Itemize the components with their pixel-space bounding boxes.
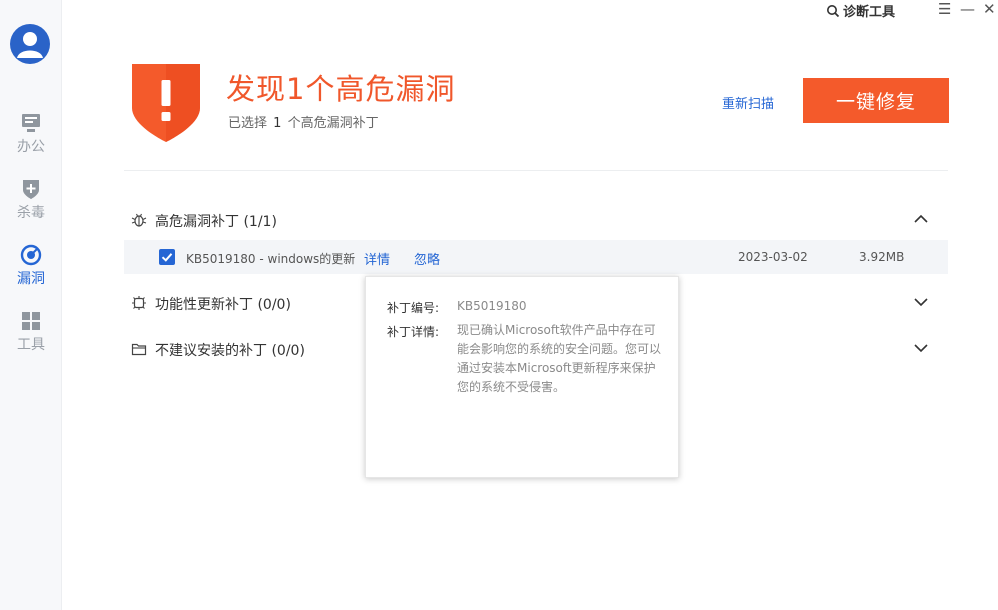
details-link[interactable]: 详情 <box>364 249 390 268</box>
patch-desc-label: 补丁详情: <box>387 325 440 339</box>
patch-id-value: KB5019180 <box>457 299 527 313</box>
patch-date: 2023-03-02 <box>738 250 808 264</box>
summary-suffix: 个高危漏洞补丁 <box>287 116 379 131</box>
user-icon <box>17 32 43 58</box>
sidebar-item-office[interactable]: 办公 <box>0 112 62 156</box>
diagnose-tool-button[interactable]: 诊断工具 <box>826 1 895 20</box>
sidebar: 办公 杀毒 漏洞 工具 <box>0 0 62 610</box>
warning-shield-icon <box>132 64 200 142</box>
one-click-fix-button[interactable]: 一键修复 <box>803 78 949 123</box>
sidebar-item-label: 工具 <box>17 337 45 353</box>
sidebar-item-label: 杀毒 <box>17 205 45 221</box>
patch-size: 3.92MB <box>859 250 905 264</box>
sidebar-item-label: 办公 <box>17 139 45 155</box>
close-icon[interactable]: ✕ <box>983 0 996 18</box>
grid-icon <box>22 312 40 330</box>
monitor-icon <box>22 114 40 132</box>
chevron-up-icon[interactable] <box>914 212 928 226</box>
patch-details-tooltip: 补丁编号: KB5019180 补丁详情: 现已确认Microsoft软件产品中… <box>365 276 679 478</box>
app-window: 办公 杀毒 漏洞 工具 诊断工具 ☰ — ✕ 发现1个高危漏洞 已选择 1 个高… <box>0 0 998 610</box>
shield-plus-icon <box>23 180 39 199</box>
patch-checkbox[interactable] <box>159 249 175 265</box>
divider <box>124 170 948 171</box>
menu-icon[interactable]: ☰ <box>938 0 951 18</box>
summary-prefix: 已选择 <box>228 116 268 131</box>
chevron-down-icon[interactable] <box>914 295 928 309</box>
sidebar-item-antivirus[interactable]: 杀毒 <box>0 178 62 222</box>
sidebar-item-label: 漏洞 <box>17 271 45 287</box>
section-title: 高危漏洞补丁 (1/1) <box>155 214 277 230</box>
target-icon <box>20 244 42 266</box>
bug-icon <box>131 213 147 227</box>
page-title: 发现1个高危漏洞 <box>226 72 456 106</box>
section-title: 功能性更新补丁 (0/0) <box>155 297 291 313</box>
chevron-down-icon[interactable] <box>914 341 928 355</box>
magnifier-icon <box>827 4 840 17</box>
sidebar-item-tools[interactable]: 工具 <box>0 310 62 354</box>
minimize-icon[interactable]: — <box>960 0 975 18</box>
diagnose-tool-label: 诊断工具 <box>843 5 896 20</box>
patch-desc-value: 现已确认Microsoft软件产品中存在可能会影响您的系统的安全问题。您可以通过… <box>457 323 662 394</box>
rescan-link[interactable]: 重新扫描 <box>722 93 774 112</box>
sidebar-item-vulnerability[interactable]: 漏洞 <box>0 244 62 288</box>
folder-icon <box>131 343 147 356</box>
section-title: 不建议安装的补丁 (0/0) <box>155 343 305 359</box>
patch-name: KB5019180 - windows的更新 <box>186 252 356 266</box>
avatar[interactable] <box>10 24 50 64</box>
patch-id-label: 补丁编号: <box>387 301 440 315</box>
table-row[interactable]: KB5019180 - windows的更新 详情 忽略 2023-03-02 … <box>124 240 948 274</box>
section-high-risk[interactable]: 高危漏洞补丁 (1/1) <box>124 200 948 240</box>
checkmark-icon <box>161 253 173 262</box>
ignore-link[interactable]: 忽略 <box>414 249 440 268</box>
selected-count: 1 <box>273 116 282 131</box>
selection-summary: 已选择 1 个高危漏洞补丁 <box>228 112 379 131</box>
gear-bug-icon <box>132 296 146 310</box>
